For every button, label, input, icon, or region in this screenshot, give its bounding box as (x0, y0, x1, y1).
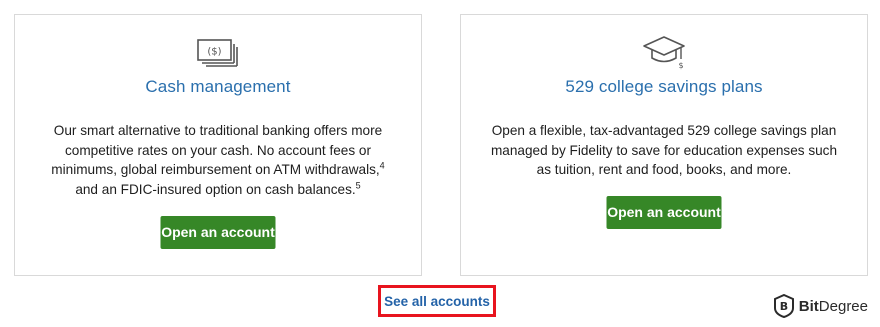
footnote-4[interactable]: 4 (380, 160, 385, 170)
cash-icon: ($) (197, 39, 238, 67)
open-cash-account-button[interactable]: Open an account (160, 216, 276, 249)
card-title: Cash management (145, 77, 291, 96)
open-529-account-button[interactable]: Open an account (606, 196, 722, 229)
bitdegree-logo-icon: B (773, 294, 794, 318)
footnote-5[interactable]: 5 (356, 180, 361, 190)
watermark-text-bold: Bit (798, 297, 819, 315)
card-title: 529 college savings plans (565, 77, 763, 96)
graduation-cap-icon: $ (643, 36, 685, 70)
college-savings-card: $ 529 college savings plans Open a flexi… (460, 14, 868, 276)
see-all-accounts-link[interactable]: See all accounts (384, 294, 490, 309)
card-description: Our smart alternative to traditional ban… (51, 123, 385, 197)
bitdegree-watermark: B BitDegree (773, 294, 868, 318)
card-description: Open a flexible, tax-advantaged 529 coll… (490, 123, 838, 177)
svg-text:$: $ (678, 61, 683, 70)
svg-text:B: B (780, 300, 788, 313)
see-all-accounts-highlight: See all accounts (378, 285, 496, 317)
watermark-text-light: Degree (818, 297, 868, 315)
cash-management-card: ($) Cash management Our smart alternativ… (14, 14, 422, 276)
svg-text:($): ($) (207, 47, 221, 58)
